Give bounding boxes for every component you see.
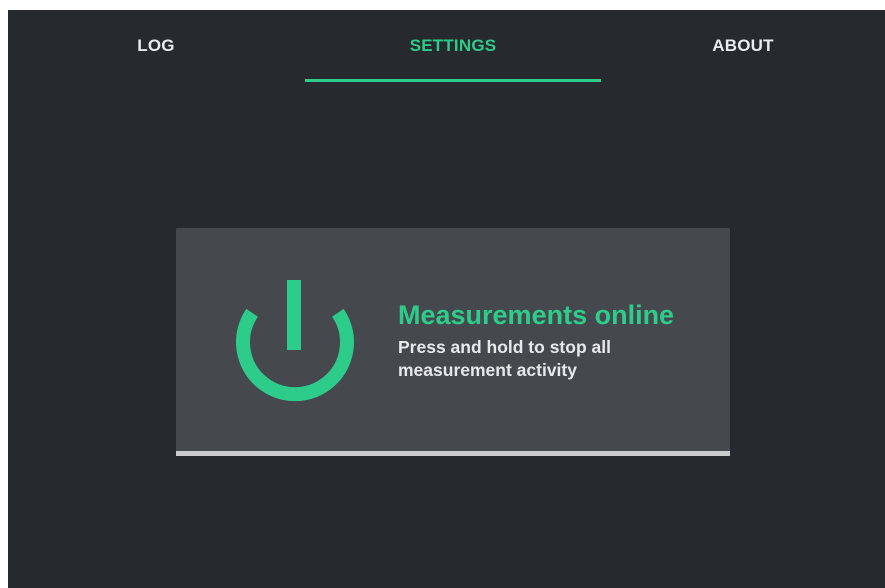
hold-progress-bar [176, 451, 730, 456]
tab-about[interactable]: ABOUT [601, 10, 885, 82]
tab-log-label: LOG [137, 36, 175, 55]
tab-bar: LOG SETTINGS ABOUT [8, 10, 885, 82]
active-tab-indicator [305, 79, 601, 82]
tab-log[interactable]: LOG [8, 10, 304, 82]
hold-progress-fill [176, 451, 730, 456]
tab-settings-label: SETTINGS [409, 36, 497, 55]
measurement-status-description: Press and hold to stop all measurement a… [398, 337, 611, 380]
power-icon [236, 280, 354, 402]
measurement-status-title: Measurements online [398, 300, 675, 330]
app-window: LOG SETTINGS ABOUT Measurements online P… [8, 10, 885, 588]
tab-settings[interactable]: SETTINGS [305, 10, 601, 82]
tab-about-label: ABOUT [712, 36, 774, 55]
measurement-toggle-button[interactable]: Measurements online Press and hold to st… [176, 228, 730, 456]
